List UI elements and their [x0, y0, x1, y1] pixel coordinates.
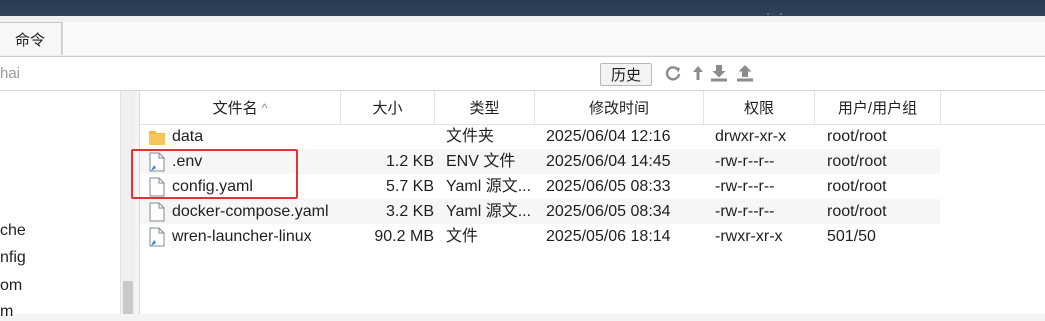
table-row[interactable]: wren-launcher-linux 90.2 MB 文件 2025/05/0… — [140, 224, 940, 249]
file-list: 文件名 ^ 大小 类型 修改时间 权限 用户/用户组 data 文件夹 2025/… — [139, 91, 1045, 314]
file-type: Yaml 源文... — [446, 203, 532, 220]
file-icon — [149, 177, 165, 197]
file-icon — [149, 227, 165, 247]
file-modified: 2025/06/04 12:16 — [546, 128, 671, 145]
path-bar: hai 历史 — [0, 57, 1045, 91]
file-owner: root/root — [827, 153, 887, 170]
column-header-owner[interactable]: 用户/用户组 — [815, 91, 941, 124]
column-header-size[interactable]: 大小 — [341, 91, 435, 124]
column-header-type[interactable]: 类型 — [435, 91, 535, 124]
tree-item[interactable]: m — [0, 303, 13, 321]
file-icon — [149, 202, 165, 222]
refresh-icon[interactable] — [664, 64, 682, 82]
file-modified: 2025/06/05 08:34 — [546, 203, 671, 220]
table-row[interactable]: data 文件夹 2025/06/04 12:16 drwxr-xr-x roo… — [140, 124, 940, 149]
folder-icon — [149, 131, 165, 145]
scrollbar-thumb[interactable] — [123, 281, 133, 314]
download-icon[interactable] — [710, 64, 728, 82]
file-modified: 2025/05/06 18:14 — [546, 228, 671, 245]
file-icon — [149, 152, 165, 172]
up-directory-icon[interactable] — [689, 64, 707, 82]
path-input[interactable]: hai — [0, 65, 20, 82]
history-button[interactable]: 历史 — [600, 63, 652, 86]
sort-ascending-icon: ^ — [261, 100, 268, 115]
file-type: 文件 — [446, 228, 479, 245]
file-size: 1.2 KB — [385, 153, 434, 170]
window-top-bar — [0, 0, 1045, 16]
file-modified: 2025/06/04 14:45 — [546, 153, 671, 170]
file-permissions: -rwxr-xr-x — [715, 228, 783, 245]
file-type: 文件夹 — [446, 128, 495, 145]
file-permissions: -rw-r--r-- — [715, 203, 775, 220]
file-type: Yaml 源文... — [446, 178, 532, 195]
tab-bar: 命令 — [0, 16, 1045, 57]
file-owner: root/root — [827, 178, 887, 195]
file-modified: 2025/06/05 08:33 — [546, 178, 671, 195]
file-name: docker-compose.yaml — [172, 203, 329, 220]
file-owner: root/root — [827, 128, 887, 145]
file-owner: root/root — [827, 203, 887, 220]
tree-scrollbar[interactable] — [120, 91, 135, 314]
tree-item[interactable]: nfig — [0, 249, 26, 267]
table-row[interactable]: docker-compose.yaml 3.2 KB Yaml 源文... 20… — [140, 199, 940, 224]
file-size: 3.2 KB — [385, 203, 434, 220]
upload-icon[interactable] — [736, 64, 754, 82]
column-header-name[interactable]: 文件名 ^ — [140, 91, 341, 124]
file-name: data — [172, 128, 204, 145]
file-size: 90.2 MB — [374, 228, 434, 245]
column-header-modified[interactable]: 修改时间 — [535, 91, 704, 124]
tree-item[interactable]: om — [0, 277, 22, 295]
file-permissions: drwxr-xr-x — [715, 128, 787, 145]
file-type: ENV 文件 — [446, 153, 516, 170]
tab-command[interactable]: 命令 — [0, 22, 62, 55]
table-row[interactable]: config.yaml 5.7 KB Yaml 源文... 2025/06/05… — [140, 174, 940, 199]
tree-item[interactable]: che — [0, 222, 26, 240]
file-list-header: 文件名 ^ 大小 类型 修改时间 权限 用户/用户组 — [140, 91, 1045, 125]
directory-tree: che nfig om m — [0, 91, 120, 320]
file-size — [342, 124, 434, 149]
file-name: .env — [172, 153, 203, 170]
table-row[interactable]: .env 1.2 KB ENV 文件 2025/06/04 14:45 -rw-… — [140, 149, 940, 174]
file-name: wren-launcher-linux — [172, 228, 312, 245]
file-size: 5.7 KB — [385, 178, 434, 195]
file-permissions: -rw-r--r-- — [715, 153, 775, 170]
tab-bar-empty-area — [62, 22, 1045, 55]
file-owner: 501/50 — [827, 228, 876, 245]
file-name: config.yaml — [172, 178, 253, 195]
file-permissions: -rw-r--r-- — [715, 178, 775, 195]
column-header-permissions[interactable]: 权限 — [704, 91, 815, 124]
